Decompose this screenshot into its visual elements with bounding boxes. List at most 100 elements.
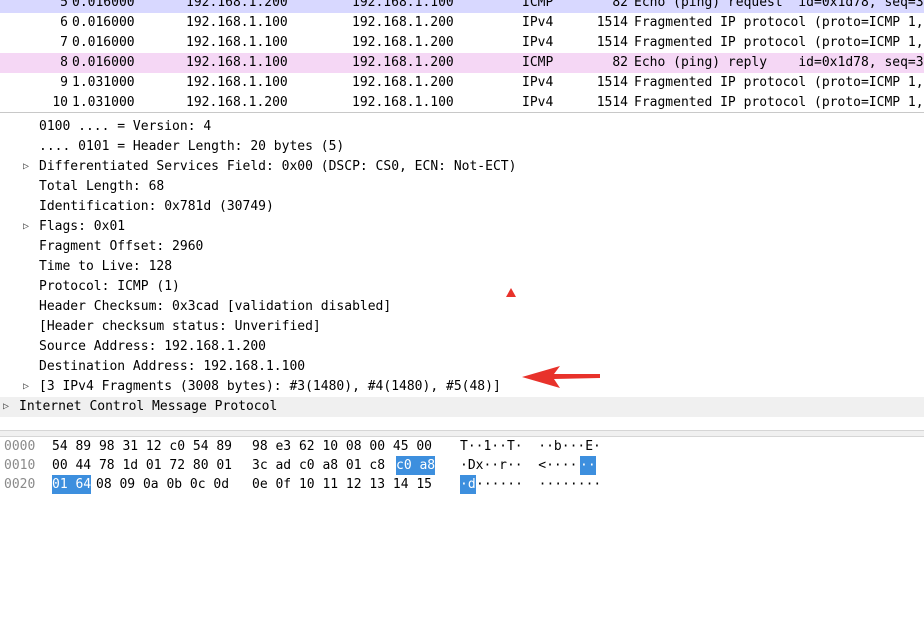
expand-chevron-icon[interactable]: ▷ [23,377,29,397]
packet-protocol: ICMP [522,55,554,70]
packet-time: 0.016000 [72,35,135,50]
bytes-hex-left: 08 09 0a 0b 0c 0d [96,477,230,492]
packet-time: 1.031000 [72,95,135,110]
detail-tree-label: Source Address: 192.168.1.200 [39,339,266,354]
detail-tree-item[interactable]: ▷ Internet Control Message Protocol [0,397,924,417]
bytes-ascii: T··1··T· ··b···E· [460,439,601,454]
packet-row[interactable]: 5 0.016000 192.168.1.200 192.168.1.100 ICMP 8… [0,0,924,13]
packet-row[interactable]: 9 1.031000 192.168.1.100 192.168.1.200 IPv4 1… [0,73,924,93]
packet-info: Fragmented IP protocol (proto=ICMP 1, [634,35,924,50]
packet-protocol: IPv4 [522,75,554,90]
pane-splitter[interactable] [0,430,924,437]
packet-time: 0.016000 [72,55,135,70]
detail-tree-label: Header Checksum: 0x3cad [validation disa… [39,299,392,314]
detail-tree-item[interactable]: Destination Address: 192.168.1.100 [0,357,924,377]
packet-row[interactable]: 7 0.016000 192.168.1.100 192.168.1.200 IPv4 1… [0,33,924,53]
bytes-ascii-selected[interactable]: ·d [460,475,476,494]
detail-tree-item[interactable]: ▷ Flags: 0x01 [0,217,924,237]
packet-row[interactable]: 10 1.031000 192.168.1.200 192.168.1.100 IPv4… [0,93,924,112]
packet-destination: 192.168.1.100 [352,95,454,110]
detail-tree-item[interactable]: ▷ Differentiated Services Field: 0x00 (DS… [0,157,924,177]
packet-protocol: IPv4 [522,35,554,50]
packet-length: 82 [612,55,628,70]
bytes-hex-selected[interactable]: c0 a8 [396,456,436,475]
detail-tree-item[interactable]: Protocol: ICMP (1) [0,277,924,297]
bytes-ascii-selected[interactable]: ·· [580,456,596,475]
packet-destination: 192.168.1.100 [352,0,454,10]
expand-chevron-icon[interactable]: ▷ [23,157,29,177]
bytes-hex-right: 3c ad c0 a8 01 c8 [252,458,386,473]
detail-tree-label: Flags: 0x01 [39,219,126,234]
packet-info: Echo (ping) reply id=0x1d78, seq=3 [634,55,924,70]
detail-tree-label: .... 0101 = Header Length: 20 bytes (5) [39,139,345,154]
packet-length: 1514 [596,95,628,110]
packet-info: Fragmented IP protocol (proto=ICMP 1, [634,15,924,30]
packet-length: 82 [612,0,628,10]
detail-tree-item[interactable]: [Header checksum status: Unverified] [0,317,924,337]
packet-info: Fragmented IP protocol (proto=ICMP 1, [634,95,924,110]
bytes-row: 0000 54 89 98 31 12 c0 54 89 98 e3 62 10… [0,437,924,456]
detail-tree-label: Fragment Offset: 2960 [39,239,204,254]
packet-number: 7 [60,35,68,50]
detail-tree-label: Protocol: ICMP (1) [39,279,180,294]
detail-tree-item[interactable]: Total Length: 68 [0,177,924,197]
packet-source: 192.168.1.200 [186,95,288,110]
packet-time: 0.016000 [72,0,135,10]
packet-length: 1514 [596,75,628,90]
detail-tree-label: [3 IPv4 Fragments (3008 bytes): #3(1480)… [39,379,501,394]
expand-chevron-icon[interactable]: ▷ [3,397,9,417]
detail-tree-item[interactable]: 0100 .... = Version: 4 [0,117,924,137]
bytes-hex-left: 54 89 98 31 12 c0 54 89 [52,439,233,454]
detail-tree-label: Time to Live: 128 [39,259,173,274]
bytes-offset: 0010 [4,458,36,473]
detail-tree-label: Destination Address: 192.168.1.100 [39,359,306,374]
detail-tree-item[interactable]: Header Checksum: 0x3cad [validation disa… [0,297,924,317]
packet-time: 1.031000 [72,75,135,90]
packet-destination: 192.168.1.200 [352,55,454,70]
packet-source: 192.168.1.100 [186,35,288,50]
detail-tree-label: Total Length: 68 [39,179,165,194]
packet-source: 192.168.1.100 [186,15,288,30]
bytes-row: 0010 00 44 78 1d 01 72 80 01 3c ad c0 a8… [0,456,924,475]
packet-info: Fragmented IP protocol (proto=ICMP 1, [634,75,924,90]
bytes-hex-left: 00 44 78 1d 01 72 80 01 [52,458,233,473]
detail-tree-item[interactable]: Time to Live: 128 [0,257,924,277]
packet-protocol: IPv4 [522,95,554,110]
detail-tree-item[interactable]: Fragment Offset: 2960 [0,237,924,257]
detail-tree-item[interactable]: Identification: 0x781d (30749) [0,197,924,217]
packet-number: 9 [60,75,68,90]
packet-number: 10 [52,95,68,110]
bytes-hex-right: 98 e3 62 10 08 00 45 00 [252,439,433,454]
packet-protocol: IPv4 [522,15,554,30]
detail-tree-item[interactable]: .... 0101 = Header Length: 20 bytes (5) [0,137,924,157]
detail-tree-item[interactable]: Source Address: 192.168.1.200 [0,337,924,357]
bytes-hex-right: 0e 0f 10 11 12 13 14 15 [252,477,433,492]
expand-chevron-icon[interactable]: ▷ [23,217,29,237]
packet-bytes-pane[interactable]: 0000 54 89 98 31 12 c0 54 89 98 e3 62 10… [0,437,924,494]
packet-details-pane[interactable]: 0100 .... = Version: 4 .... 0101 = Header… [0,112,924,430]
packet-source: 192.168.1.100 [186,75,288,90]
packet-length: 1514 [596,15,628,30]
packet-info: Echo (ping) request id=0x1d78, seq=3 [634,0,924,10]
bytes-offset: 0020 [4,477,36,492]
packet-destination: 192.168.1.200 [352,15,454,30]
packet-source: 192.168.1.100 [186,55,288,70]
packet-protocol: ICMP [522,0,554,10]
bytes-offset: 0000 [4,439,36,454]
detail-tree-label: Internet Control Message Protocol [19,399,278,414]
detail-tree-label: Identification: 0x781d (30749) [39,199,274,214]
packet-length: 1514 [596,35,628,50]
packet-row[interactable]: 8 0.016000 192.168.1.100 192.168.1.200 ICMP 8… [0,53,924,73]
detail-tree-item[interactable]: ▷ [3 IPv4 Fragments (3008 bytes): #3(1480… [0,377,924,397]
bytes-row: 0020 01 64 08 09 0a 0b 0c 0d 0e 0f 10 11… [0,475,924,494]
detail-tree-label: [Header checksum status: Unverified] [39,319,321,334]
packet-time: 0.016000 [72,15,135,30]
annotation-arrow-icon [522,366,600,388]
bytes-ascii: ······ ········ [476,477,602,492]
packet-number: 6 [60,15,68,30]
packet-destination: 192.168.1.200 [352,35,454,50]
packet-list[interactable]: 5 0.016000 192.168.1.200 192.168.1.100 ICMP 8… [0,0,924,112]
bytes-hex-selected[interactable]: 01 64 [52,475,92,494]
packet-number: 5 [60,0,68,10]
packet-row[interactable]: 6 0.016000 192.168.1.100 192.168.1.200 IPv4 1… [0,13,924,33]
